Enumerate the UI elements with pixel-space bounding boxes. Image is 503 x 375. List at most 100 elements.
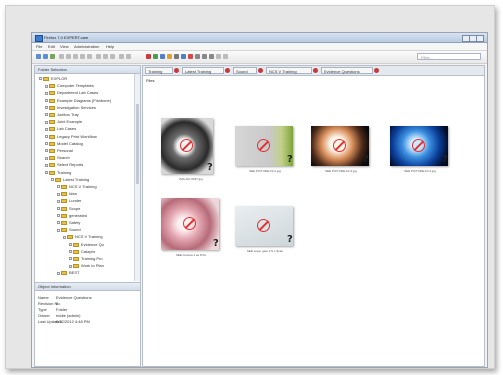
expand-toggle-icon[interactable] xyxy=(57,221,60,225)
tree-folder[interactable]: EXPLOR xyxy=(39,76,67,82)
new-icon[interactable] xyxy=(66,54,71,59)
file-thumbnail[interactable]: ? SEE PICTURE-F4.4.jpg xyxy=(390,126,450,176)
expand-toggle-icon[interactable] xyxy=(69,264,72,268)
settings-icon[interactable] xyxy=(223,54,228,59)
expand-toggle-icon[interactable] xyxy=(57,192,60,196)
file-caption[interactable]: SEE super gear 2.5 x Scan xyxy=(235,249,295,253)
file-thumbnail[interactable]: ? SEE PICTURE-F2.2.jpg xyxy=(235,126,295,176)
expand-toggle-icon[interactable] xyxy=(69,243,72,247)
expand-toggle-icon[interactable] xyxy=(57,207,60,211)
tree-folder[interactable]: BEST xyxy=(57,270,79,276)
tree-folder[interactable]: Cataphr xyxy=(69,249,95,255)
tree-folder[interactable]: NCS V Training xyxy=(63,234,103,240)
tab-close-icon[interactable] xyxy=(174,68,179,73)
open-icon[interactable] xyxy=(73,54,78,59)
file-thumbnail[interactable]: ? SEE super gear 2.5 x Scan xyxy=(235,206,295,256)
expand-toggle-icon[interactable] xyxy=(69,250,72,254)
grid-view-icon[interactable] xyxy=(195,54,200,59)
tree-folder[interactable]: Lunder xyxy=(57,198,81,204)
file-image[interactable] xyxy=(161,198,219,250)
tree-folder[interactable]: Safety xyxy=(57,220,80,226)
expand-toggle-icon[interactable] xyxy=(45,113,48,117)
expand-toggle-icon[interactable] xyxy=(45,142,48,146)
expand-toggle-icon[interactable] xyxy=(57,228,60,232)
forward-icon[interactable] xyxy=(43,54,48,59)
expand-toggle-icon[interactable] xyxy=(45,171,48,175)
menu-file[interactable]: File xyxy=(36,44,42,49)
lock-icon[interactable] xyxy=(174,54,179,59)
star-icon[interactable] xyxy=(167,54,172,59)
menu-help[interactable]: Help xyxy=(106,44,114,49)
details-view-icon[interactable] xyxy=(209,54,214,59)
tree-folder[interactable]: Legacy Print Workflow xyxy=(45,134,97,140)
delete-icon[interactable] xyxy=(119,54,124,59)
tree-folder[interactable]: Idea xyxy=(57,191,77,197)
tree-folder[interactable]: Scope xyxy=(57,206,80,212)
tree-folder[interactable]: Investigation Services xyxy=(45,105,96,111)
tab-close-icon[interactable] xyxy=(374,68,379,73)
refresh-icon[interactable] xyxy=(50,54,55,59)
home-icon[interactable] xyxy=(59,54,64,59)
menu-view[interactable]: View xyxy=(60,44,69,49)
expand-toggle-icon[interactable] xyxy=(45,120,48,124)
tree-folder[interactable]: generated xyxy=(57,213,87,219)
print-icon[interactable] xyxy=(87,54,92,59)
tree-folder[interactable]: Sound xyxy=(57,227,81,233)
file-caption[interactable]: SEE camera 1 as Print xyxy=(161,253,221,257)
scrollbar-thumb[interactable] xyxy=(136,104,139,184)
menu-edit[interactable]: Edit xyxy=(48,44,55,49)
tree-folder[interactable]: Personal xyxy=(45,148,73,154)
file-thumbnail[interactable]: ? SEE camera 1 as Print xyxy=(161,198,221,260)
stop-icon[interactable] xyxy=(146,54,151,59)
tab-latest-training[interactable]: Latest Training xyxy=(182,67,224,74)
search-input[interactable]: Filter... xyxy=(417,53,481,60)
expand-toggle-icon[interactable] xyxy=(69,257,72,261)
expand-toggle-icon[interactable] xyxy=(57,271,60,275)
tree-folder[interactable]: Latest Training xyxy=(51,177,89,183)
file-image[interactable] xyxy=(235,126,293,166)
file-thumbnail[interactable]: ? SEE PICTURE-F2.3.jpg xyxy=(311,126,371,176)
file-caption[interactable]: SEE PICTURE-F4.4.jpg xyxy=(390,169,450,173)
tree-folder[interactable]: Select Reports xyxy=(45,162,83,168)
flag-icon[interactable] xyxy=(188,54,193,59)
expand-toggle-icon[interactable] xyxy=(45,149,48,153)
tab-ncs-v-training[interactable]: NCS V Training xyxy=(266,67,312,74)
tree-folder[interactable]: Training xyxy=(45,170,71,176)
expand-toggle-icon[interactable] xyxy=(63,235,66,239)
add-icon[interactable] xyxy=(153,54,158,59)
expand-toggle-icon[interactable] xyxy=(45,135,48,139)
expand-toggle-icon[interactable] xyxy=(57,214,60,218)
list-view-icon[interactable] xyxy=(202,54,207,59)
expand-toggle-icon[interactable] xyxy=(45,99,48,103)
expand-toggle-icon[interactable] xyxy=(45,156,48,160)
tree-folder[interactable]: Model Catalog xyxy=(45,141,83,147)
file-thumbnail[interactable]: ? IMG-NO 0037.jpg xyxy=(161,118,221,184)
tree-folder[interactable]: Work to Plan xyxy=(69,263,104,269)
file-caption[interactable]: SEE PICTURE-F2.2.jpg xyxy=(235,169,295,173)
expand-toggle-icon[interactable] xyxy=(51,178,54,182)
tree-folder[interactable]: Department Lab Cases xyxy=(45,90,98,96)
tab-sound[interactable]: Sound xyxy=(233,67,257,74)
close-button[interactable] xyxy=(476,35,484,42)
file-caption[interactable]: SEE PICTURE-F2.3.jpg xyxy=(311,169,371,173)
file-caption[interactable]: IMG-NO 0037.jpg xyxy=(161,177,221,181)
tree-folder[interactable]: Evidence Qu xyxy=(69,242,104,248)
tab-evidence-questions[interactable]: Evidence Questions xyxy=(321,67,373,74)
tree-folder[interactable]: Training Pro xyxy=(69,256,103,262)
tab-close-icon[interactable] xyxy=(258,68,263,73)
tab-training[interactable]: Training xyxy=(145,67,173,74)
upload-icon[interactable] xyxy=(181,54,186,59)
tab-close-icon[interactable] xyxy=(225,68,230,73)
expand-toggle-icon[interactable] xyxy=(57,185,60,189)
cut-icon[interactable] xyxy=(96,54,101,59)
copy-icon[interactable] xyxy=(103,54,108,59)
tree-folder[interactable]: Lab Cases xyxy=(45,126,76,132)
expand-toggle-icon[interactable] xyxy=(45,84,48,88)
expand-toggle-icon[interactable] xyxy=(57,199,60,203)
expand-toggle-icon[interactable] xyxy=(39,77,42,81)
title-bar[interactable]: Firefox 7.0 EXPERT.cam xyxy=(32,33,487,43)
tree-scrollbar[interactable] xyxy=(134,74,140,281)
tree-folder[interactable]: Example Diagrams (Fishbone) xyxy=(45,98,111,104)
properties-icon[interactable] xyxy=(126,54,131,59)
tree-folder[interactable]: Search xyxy=(45,155,70,161)
